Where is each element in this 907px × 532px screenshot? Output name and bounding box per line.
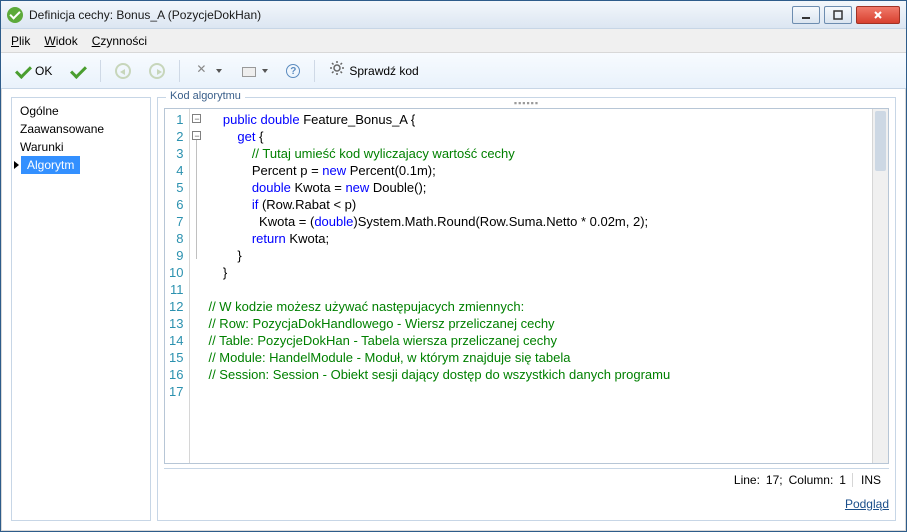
sidebar: Ogólne Zaawansowane Warunki Algorytm [11,97,151,521]
separator [100,60,101,82]
menu-view-label: idok [56,34,78,48]
print-button[interactable] [234,58,274,84]
menu-file[interactable]: Plik [11,34,30,48]
arrow-right-icon [149,63,165,79]
ok-button[interactable]: OK [9,58,58,84]
status-line-label: Line: [734,473,760,487]
code-editor[interactable]: 1234567891011121314151617 −− public doub… [164,108,889,464]
sidebar-item-general[interactable]: Ogólne [14,102,148,120]
arrow-right-icon [14,161,19,169]
tools-icon [194,63,210,79]
chevron-down-icon [262,69,268,73]
separator [314,60,315,82]
footer: Podgląd [164,494,889,514]
menu-actions[interactable]: Czynności [92,34,147,48]
close-button[interactable] [856,6,900,24]
app-icon [7,7,23,23]
editor-statusbar: Line: 17; Column: 1 INS [164,468,889,490]
client-area: Ogólne Zaawansowane Warunki Algorytm Kod… [1,89,906,531]
separator [179,60,180,82]
code-text[interactable]: public double Feature_Bonus_A { get { //… [204,109,674,463]
help-icon: ? [286,64,300,78]
sidebar-item-advanced[interactable]: Zaawansowane [14,120,148,138]
sidebar-item-conditions[interactable]: Warunki [14,138,148,156]
ok-label: OK [35,64,52,78]
status-col-value: 1 [839,473,846,487]
fold-column[interactable]: −− [190,109,204,463]
window: Definicja cechy: Bonus_A (PozycjeDokHan)… [0,0,907,532]
sidebar-item-algorithm: Algorytm [21,156,80,174]
menu-actions-label: zynności [100,34,147,48]
check-code-label: Sprawdź kod [349,64,418,78]
group-label: Kod algorytmu [166,90,245,102]
forward-button[interactable] [143,58,171,84]
back-button[interactable] [109,58,137,84]
gear-icon [329,60,345,81]
status-line-value: 17; [766,473,783,487]
window-controls [792,6,900,24]
apply-button[interactable] [64,58,92,84]
titlebar: Definicja cechy: Bonus_A (PozycjeDokHan) [1,1,906,29]
grip-icon[interactable]: ▪▪▪▪▪▪ [158,98,895,108]
arrow-left-icon [115,63,131,79]
maximize-button[interactable] [824,6,852,24]
check-icon [15,63,31,79]
main-panel: Kod algorytmu ▪▪▪▪▪▪ 1234567891011121314… [157,97,896,521]
window-title: Definicja cechy: Bonus_A (PozycjeDokHan) [29,8,261,22]
sidebar-item-algorithm-row[interactable]: Algorytm [14,156,148,174]
menu-view[interactable]: Widok [44,34,77,48]
line-numbers: 1234567891011121314151617 [165,109,190,463]
tools-button[interactable] [188,58,228,84]
scroll-thumb[interactable] [875,111,886,171]
menu-file-label: lik [19,34,30,48]
menubar: Plik Widok Czynności [1,29,906,53]
check-icon [70,63,86,79]
vertical-scrollbar[interactable] [872,109,888,463]
chevron-down-icon [216,69,222,73]
print-icon [240,63,256,79]
help-button[interactable]: ? [280,58,306,84]
status-mode: INS [852,473,881,487]
check-code-button[interactable]: Sprawdź kod [323,58,424,84]
preview-link[interactable]: Podgląd [845,497,889,511]
toolbar: OK ? Sprawdź kod [1,53,906,89]
minimize-button[interactable] [792,6,820,24]
status-col-label: Column: [789,473,834,487]
